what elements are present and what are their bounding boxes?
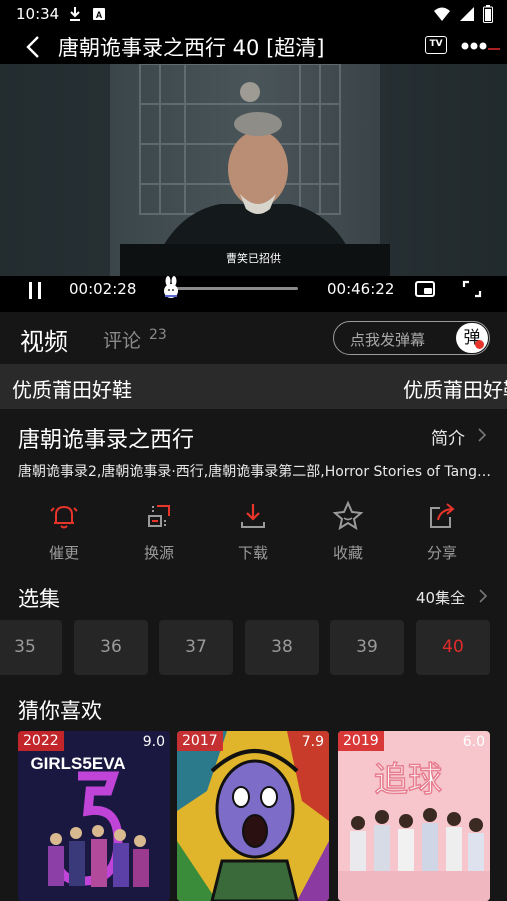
progress-bar[interactable] <box>170 287 298 290</box>
download-button[interactable]: 下载 <box>223 500 283 572</box>
notification-a-icon: A <box>93 8 105 20</box>
rec-score: 9.0 <box>142 734 165 750</box>
fullscreen-icon[interactable] <box>461 279 483 299</box>
urge-update-button[interactable]: 催更 <box>34 500 94 572</box>
player-controls: 00:02:28 00:46:22 <box>0 276 507 312</box>
tab-comments[interactable]: 评论 <box>103 326 141 353</box>
rec-year-badge: 2022 <box>18 731 64 751</box>
back-arrow-icon[interactable] <box>22 34 48 60</box>
rec-score: 7.9 <box>301 734 324 750</box>
svg-text:A: A <box>96 10 103 20</box>
pause-icon[interactable] <box>26 280 44 302</box>
episode-list: 35 36 37 38 39 40 <box>0 620 507 676</box>
more-options-icon[interactable] <box>460 36 502 56</box>
rec-year-badge: 2017 <box>177 731 223 751</box>
ad-text: 优质莆田好鞋 <box>12 378 132 402</box>
status-time: 10:34 <box>16 5 60 23</box>
alternate-titles: 唐朝诡事录2,唐朝诡事录·西行,唐朝诡事录第二部,Horror Stories … <box>18 464 493 480</box>
recommendation-list: GIRLS5EVA 2022 9.0 2017 7.9 追球 2019 6.0 <box>0 731 507 901</box>
total-time: 00:46:22 <box>327 280 395 298</box>
action-label: 催更 <box>48 544 79 562</box>
episode-item[interactable]: 38 <box>245 620 319 675</box>
wifi-icon <box>434 7 450 21</box>
share-icon <box>430 503 455 528</box>
danmaku-input[interactable]: 点我发弹幕 弹 <box>333 321 490 355</box>
picture-in-picture-icon[interactable] <box>414 279 436 299</box>
video-title: 唐朝诡事录之西行 40 [超清] <box>58 36 325 60</box>
poster-title-text: 追球 <box>374 760 442 800</box>
episode-item[interactable]: 39 <box>330 620 404 675</box>
favorite-button[interactable]: 收藏 <box>318 500 378 572</box>
chevron-right-icon[interactable] <box>476 427 488 443</box>
episode-item[interactable]: 35 <box>0 620 62 675</box>
tab-video[interactable]: 视频 <box>20 322 68 357</box>
danmaku-status-dot <box>475 340 484 349</box>
battery-icon <box>483 5 493 23</box>
video-player[interactable]: 曹笑已招供 <box>0 64 507 276</box>
content-tabs: 视频 评论 23 点我发弹幕 弹 <box>0 312 507 364</box>
signal-icon <box>460 7 474 21</box>
rec-score: 6.0 <box>462 734 485 750</box>
episode-item-active[interactable]: 40 <box>416 620 490 675</box>
comments-count: 23 <box>149 327 167 343</box>
progress-knob-rabbit-icon[interactable] <box>160 276 182 300</box>
download-icon <box>241 504 265 528</box>
recommendation-card[interactable]: GIRLS5EVA 2022 9.0 <box>18 731 170 901</box>
episode-item[interactable]: 37 <box>159 620 233 675</box>
poster-image <box>177 731 329 901</box>
recommendations-title: 猜你喜欢 <box>18 699 102 723</box>
recommendation-card[interactable]: 2017 7.9 <box>177 731 329 901</box>
action-label: 下载 <box>237 544 268 562</box>
bell-icon <box>50 505 78 529</box>
action-bar: 催更 换源 下载 收藏 分享 <box>0 500 507 572</box>
all-episodes-link[interactable]: 40集全 <box>416 587 465 608</box>
action-label: 换源 <box>143 544 174 562</box>
poster-title-text: GIRLS5EVA <box>30 754 125 773</box>
episode-item[interactable]: 36 <box>74 620 148 675</box>
switch-source-icon <box>148 505 170 527</box>
download-icon <box>70 7 80 21</box>
share-button[interactable]: 分享 <box>412 500 472 572</box>
video-frame <box>0 64 507 276</box>
star-icon <box>332 500 364 531</box>
rec-year-badge: 2019 <box>338 731 384 751</box>
status-bar: 10:34 A <box>0 0 507 30</box>
cast-tv-button[interactable]: TV <box>425 36 447 54</box>
current-time: 00:02:28 <box>69 280 137 298</box>
show-title: 唐朝诡事录之西行 <box>18 428 195 453</box>
poster-image: GIRLS5EVA <box>18 731 170 901</box>
recommendation-card[interactable]: 追球 2019 6.0 <box>338 731 490 901</box>
danmaku-toggle-button[interactable]: 弹 <box>456 323 488 353</box>
switch-source-button[interactable]: 换源 <box>129 500 189 572</box>
video-subtitle: 曹笑已招供 <box>226 252 281 265</box>
episodes-title: 选集 <box>18 587 60 611</box>
intro-link[interactable]: 简介 <box>431 424 465 449</box>
action-label: 收藏 <box>332 544 363 562</box>
ad-banner[interactable]: 优质莆田好鞋 优质莆田好鞋 <box>0 364 507 409</box>
chevron-right-icon[interactable] <box>477 588 489 604</box>
title-bar: 唐朝诡事录之西行 40 [超清] TV <box>0 30 507 64</box>
action-label: 分享 <box>426 544 457 562</box>
danmaku-placeholder: 点我发弹幕 <box>350 331 426 349</box>
ad-text: 优质莆田好鞋 <box>403 378 507 402</box>
poster-image: 追球 <box>338 731 490 901</box>
